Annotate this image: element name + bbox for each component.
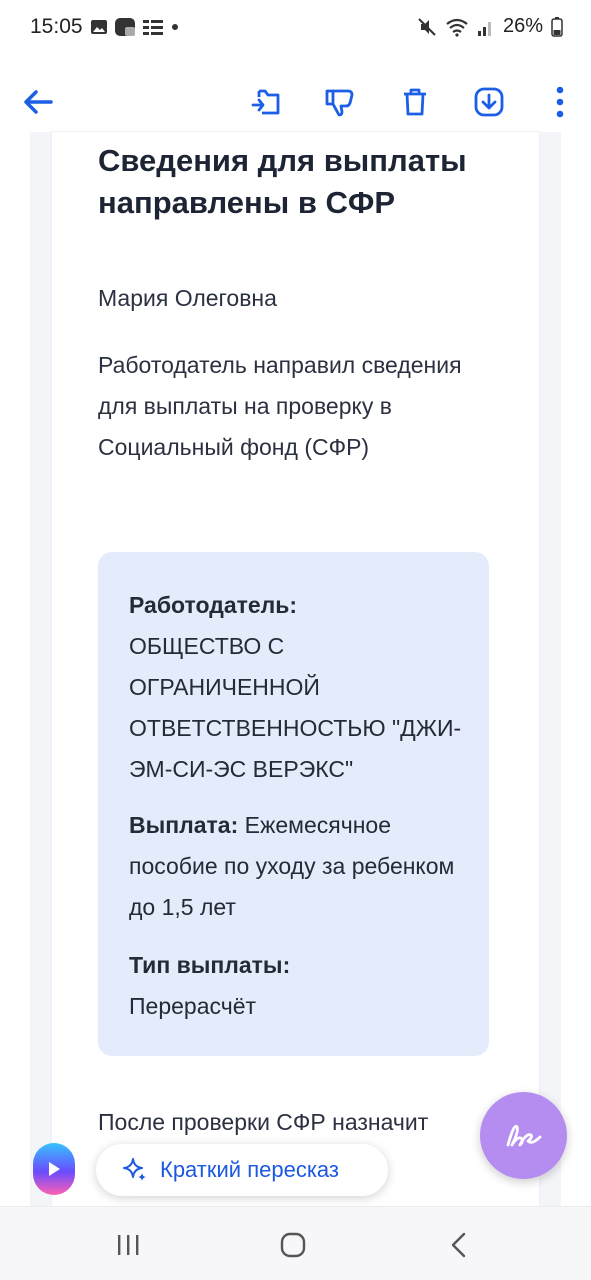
back-button[interactable] [16, 80, 60, 124]
back-icon [451, 1232, 466, 1258]
gallery-icon [91, 20, 107, 34]
payment-type-block: Тип выплаты: Перерасчёт [129, 945, 474, 1027]
sparkle-icon [123, 1158, 146, 1181]
play-icon [49, 1162, 60, 1176]
more-vertical-icon [556, 86, 564, 118]
wifi-icon [446, 18, 468, 37]
employer-block: Работодатель: ОБЩЕСТВО С ОГРАНИЧЕННОЙ ОТ… [129, 585, 474, 790]
ai-assistant-button[interactable] [33, 1143, 75, 1195]
message-toolbar [0, 70, 591, 132]
summary-button[interactable]: Краткий пересказ [96, 1144, 388, 1196]
employer-value: ОБЩЕСТВО С ОГРАНИЧЕННОЙ ОТВЕТСТВЕННОСТЬЮ… [129, 633, 462, 782]
home-button[interactable] [271, 1223, 315, 1267]
dot-icon [172, 24, 178, 30]
payment-type-label: Тип выплаты: [129, 952, 291, 978]
recent-apps-button[interactable] [106, 1223, 150, 1267]
download-icon [474, 87, 504, 117]
mail-grid-icon [143, 19, 163, 35]
payment-block: Выплата: Ежемесячное пособие по уходу за… [129, 805, 474, 928]
battery-icon [551, 16, 563, 37]
download-button[interactable] [467, 80, 511, 124]
message-title: Сведения для выплаты направлены в СФР [98, 143, 467, 220]
compose-signature-icon [506, 1124, 541, 1146]
employer-label: Работодатель: [129, 592, 298, 618]
card-margin-left [30, 132, 52, 1212]
back-arrow-icon [24, 90, 53, 114]
move-to-folder-button[interactable] [244, 80, 288, 124]
signal-icon [477, 21, 491, 36]
battery-percent: 26% [502, 15, 543, 37]
message-greeting: Мария Олеговна [98, 285, 277, 311]
message-intro: Работодатель направил сведения для выпла… [98, 352, 462, 460]
system-nav-bar [0, 1206, 591, 1280]
mute-icon [418, 17, 436, 36]
status-time: 15:05 [30, 15, 83, 38]
system-icons: 26% [417, 15, 563, 38]
spam-button[interactable] [318, 80, 362, 124]
summary-label: Краткий пересказ [160, 1157, 339, 1182]
payment-label: Выплата: [129, 812, 239, 838]
home-icon [280, 1232, 306, 1258]
payment-type-value: Перерасчёт [129, 993, 257, 1019]
thumbs-down-icon [325, 89, 354, 117]
trash-icon [404, 88, 426, 116]
app-icon [115, 18, 135, 36]
delete-button[interactable] [393, 80, 437, 124]
message-after-text: После проверки СФР назначит [98, 1109, 429, 1135]
more-options-button[interactable] [538, 80, 582, 124]
move-to-folder-icon [251, 89, 280, 115]
payment-info-box: Работодатель: ОБЩЕСТВО С ОГРАНИЧЕННОЙ ОТ… [98, 552, 489, 1056]
compose-button[interactable] [480, 1092, 567, 1179]
recent-apps-icon [118, 1235, 139, 1255]
notification-icons [90, 17, 180, 37]
status-bar: 15:05 26% [0, 0, 591, 58]
nav-back-button[interactable] [437, 1223, 481, 1267]
card-margin-right [539, 132, 561, 1212]
